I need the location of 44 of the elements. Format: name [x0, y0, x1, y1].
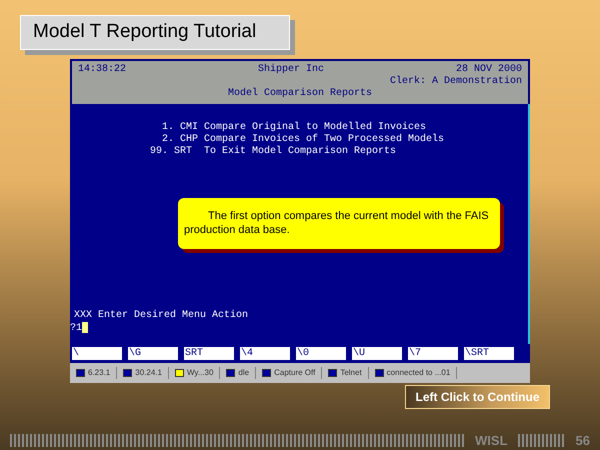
taskbar-label: 30.24.1	[135, 366, 162, 378]
company-name: Shipper Inc	[258, 64, 324, 76]
function-key[interactable]: \4	[240, 346, 290, 360]
footer-label: WISL	[475, 432, 508, 450]
callout-note: The first option compares the current model with the FAIS production data base.	[178, 198, 500, 248]
command-input[interactable]: ?1	[70, 324, 82, 334]
window-icon	[374, 368, 384, 376]
window-icon	[174, 368, 184, 376]
taskbar-item[interactable]: connected to ...01	[368, 366, 458, 378]
taskbar-label: Capture Off	[274, 366, 316, 378]
taskbar-item[interactable]: Telnet	[322, 366, 369, 378]
window-icon	[76, 368, 85, 376]
screen-title: Model Comparison Reports	[228, 88, 372, 100]
clerk-text: Clerk: A Demonstration	[390, 76, 522, 88]
function-key[interactable]: \	[72, 346, 122, 360]
window-icon	[123, 368, 132, 376]
taskbar-label: Telnet	[340, 366, 362, 378]
function-key[interactable]: \SRT	[464, 346, 514, 360]
function-key[interactable]: \7	[408, 346, 458, 360]
function-key[interactable]: \U	[352, 346, 402, 360]
window-icon	[328, 368, 338, 376]
function-key[interactable]: \0	[296, 346, 346, 360]
taskbar-item[interactable]: Capture Off	[256, 366, 322, 378]
window-icon	[262, 368, 272, 376]
function-key[interactable]: SRT	[184, 346, 234, 360]
taskbar-item[interactable]: dle	[220, 366, 256, 378]
menu-option: 99. SRT To Exit Model Comparison Reports	[150, 146, 528, 158]
taskbar-label: dle	[238, 366, 250, 378]
taskbar-item[interactable]: 30.24.1	[117, 366, 169, 378]
taskbar-item[interactable]: Wy...30	[168, 366, 220, 378]
date-text: 28 NOV 2000	[456, 64, 522, 76]
prompt-text: XXX Enter Desired Menu Action	[74, 310, 248, 322]
taskbar-label: 6.23.1	[88, 366, 110, 378]
window-icon	[226, 368, 236, 376]
text-cursor	[82, 322, 88, 334]
taskbar-label: Wy...30	[186, 366, 214, 378]
taskbar-item[interactable]: 6.23.1	[70, 366, 118, 378]
continue-button[interactable]: Left Click to Continue	[405, 384, 550, 408]
function-key[interactable]: \G	[128, 346, 178, 360]
taskbar-label: connected to ...01	[386, 366, 450, 378]
page-number: 56	[576, 432, 590, 450]
menu-option: 1. CMI Compare Original to Modelled Invoices	[150, 122, 528, 134]
time-text: 14:38:22	[78, 64, 126, 76]
menu-option: 2. CHP Compare Invoices of Two Processed Models	[150, 134, 528, 146]
